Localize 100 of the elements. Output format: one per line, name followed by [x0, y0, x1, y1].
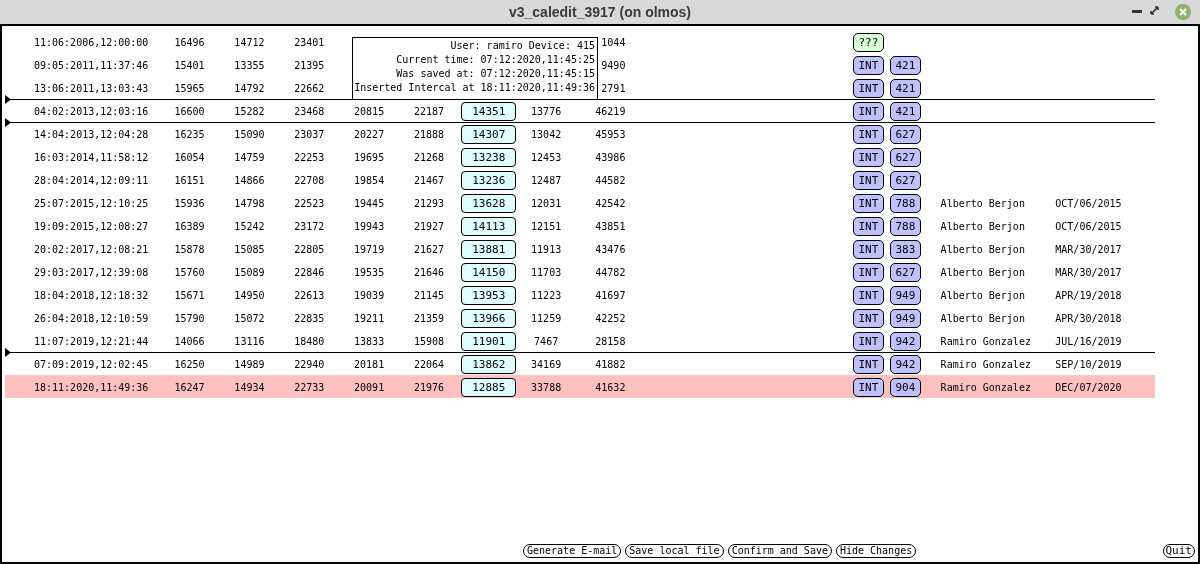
- tag[interactable]: INT: [852, 147, 884, 167]
- table-cell: 15878: [174, 243, 205, 255]
- table-cell: 14712: [234, 36, 265, 48]
- tag[interactable]: 421: [889, 101, 921, 121]
- table-cell: 45953: [595, 128, 626, 140]
- value-box[interactable]: 14351: [461, 101, 517, 121]
- value-box[interactable]: 13953: [461, 285, 517, 305]
- table-cell: 22253: [294, 151, 325, 163]
- table-cell: 15936: [174, 197, 205, 209]
- date-cell: 09:05:2011,11:37:46: [34, 59, 149, 71]
- tag[interactable]: 788: [889, 193, 921, 213]
- tag[interactable]: 421: [889, 78, 921, 98]
- tag[interactable]: INT: [852, 239, 884, 259]
- table-cell: 14989: [234, 358, 265, 370]
- value-box[interactable]: 13628: [461, 193, 517, 213]
- tag[interactable]: 788: [889, 216, 921, 236]
- table-cell: 23172: [294, 220, 325, 232]
- tag[interactable]: ???: [852, 32, 884, 52]
- tag[interactable]: 627: [889, 262, 921, 282]
- tag[interactable]: 627: [889, 147, 921, 167]
- table-cell: 21293: [413, 197, 444, 209]
- value-box[interactable]: 13236: [461, 170, 517, 190]
- table-cell: 12151: [531, 220, 562, 232]
- value-box[interactable]: 14307: [461, 124, 517, 144]
- table-cell: 15908: [413, 335, 444, 347]
- tag[interactable]: INT: [852, 193, 884, 213]
- table-cell: 42252: [595, 312, 626, 324]
- tag[interactable]: 949: [889, 285, 921, 305]
- table-cell: 11913: [531, 243, 562, 255]
- table-cell: 44582: [595, 174, 626, 186]
- table-cell: 43986: [595, 151, 626, 163]
- tag[interactable]: INT: [852, 331, 884, 351]
- tag[interactable]: 421: [889, 55, 921, 75]
- tag[interactable]: 627: [889, 170, 921, 190]
- table-cell: 13042: [531, 128, 562, 140]
- value-box[interactable]: 13966: [461, 308, 517, 328]
- table-cell: 21927: [413, 220, 444, 232]
- table-cell: 12453: [531, 151, 562, 163]
- tag[interactable]: INT: [852, 216, 884, 236]
- user-date: JUL/16/2019: [1055, 335, 1122, 347]
- table-cell: 19695: [354, 151, 385, 163]
- table-cell: 13776: [531, 105, 562, 117]
- tag[interactable]: 904: [889, 377, 921, 397]
- table-cell: 16496: [174, 36, 205, 48]
- table-cell: 19445: [354, 197, 385, 209]
- value-box[interactable]: 12885: [461, 377, 517, 397]
- value-box[interactable]: 14150: [461, 262, 517, 282]
- table-cell: 15965: [174, 82, 205, 94]
- table-cell: 15242: [234, 220, 265, 232]
- table-cell: 16250: [174, 358, 205, 370]
- date-cell: 11:07:2019,12:21:44: [34, 335, 149, 347]
- table-cell: 13355: [234, 59, 265, 71]
- tag[interactable]: INT: [852, 354, 884, 374]
- table-cell: 14792: [234, 82, 265, 94]
- date-cell: 28:04:2014,12:09:11: [34, 174, 149, 186]
- table-cell: 15072: [234, 312, 265, 324]
- table-cell: 21646: [413, 266, 444, 278]
- table-cell: 9490: [601, 59, 626, 71]
- tag[interactable]: 383: [889, 239, 921, 259]
- value-box[interactable]: 13862: [461, 354, 517, 374]
- table-cell: 16600: [174, 105, 205, 117]
- tooltip-line: User: ramiro Device: 415: [450, 39, 595, 53]
- user-name: Alberto Berjon: [940, 289, 1025, 301]
- table-cell: 19719: [354, 243, 385, 255]
- table-cell: 21395: [294, 59, 325, 71]
- tag[interactable]: INT: [852, 285, 884, 305]
- tag[interactable]: INT: [852, 170, 884, 190]
- maximize-icon[interactable]: [1150, 6, 1159, 15]
- table-cell: 19535: [354, 266, 385, 278]
- table-cell: 34169: [531, 358, 562, 370]
- tag[interactable]: INT: [852, 78, 884, 98]
- close-icon[interactable]: [1175, 4, 1191, 20]
- selected-row[interactable]: 18:11:2020,11:49:36 16247 14934 22733 20091 21976 12885 33788 41632 INT 904 Ramiro Gonzalez DEC/07/2020: [5, 375, 1155, 398]
- table-cell: 2791: [601, 82, 626, 94]
- value-box[interactable]: 13238: [461, 147, 517, 167]
- table-cell: 21268: [413, 151, 444, 163]
- table-cell: 12487: [531, 174, 562, 186]
- tag[interactable]: INT: [852, 124, 884, 144]
- date-cell: 19:09:2015,12:08:27: [34, 220, 149, 232]
- tooltip-line: Current time: 07:12:2020,11:45:25: [396, 53, 595, 67]
- user-name: Ramiro Gonzalez: [940, 381, 1031, 393]
- value-box[interactable]: 14113: [461, 216, 517, 236]
- user-date: APR/19/2018: [1055, 289, 1122, 301]
- tag[interactable]: INT: [852, 262, 884, 282]
- tag[interactable]: INT: [852, 55, 884, 75]
- value-box[interactable]: 11901: [461, 331, 517, 351]
- value-box[interactable]: 13881: [461, 239, 517, 259]
- tag[interactable]: 949: [889, 308, 921, 328]
- tag[interactable]: INT: [852, 377, 884, 397]
- table-cell: 20091: [354, 381, 385, 393]
- user-name: Alberto Berjon: [940, 197, 1025, 209]
- table-cell: 21359: [413, 312, 444, 324]
- table-cell: 22835: [294, 312, 325, 324]
- tag[interactable]: INT: [852, 101, 884, 121]
- tag[interactable]: 942: [889, 354, 921, 374]
- tag[interactable]: 627: [889, 124, 921, 144]
- table-cell: 23401: [294, 36, 325, 48]
- table-cell: 11703: [531, 266, 562, 278]
- tag[interactable]: 942: [889, 331, 921, 351]
- tag[interactable]: INT: [852, 308, 884, 328]
